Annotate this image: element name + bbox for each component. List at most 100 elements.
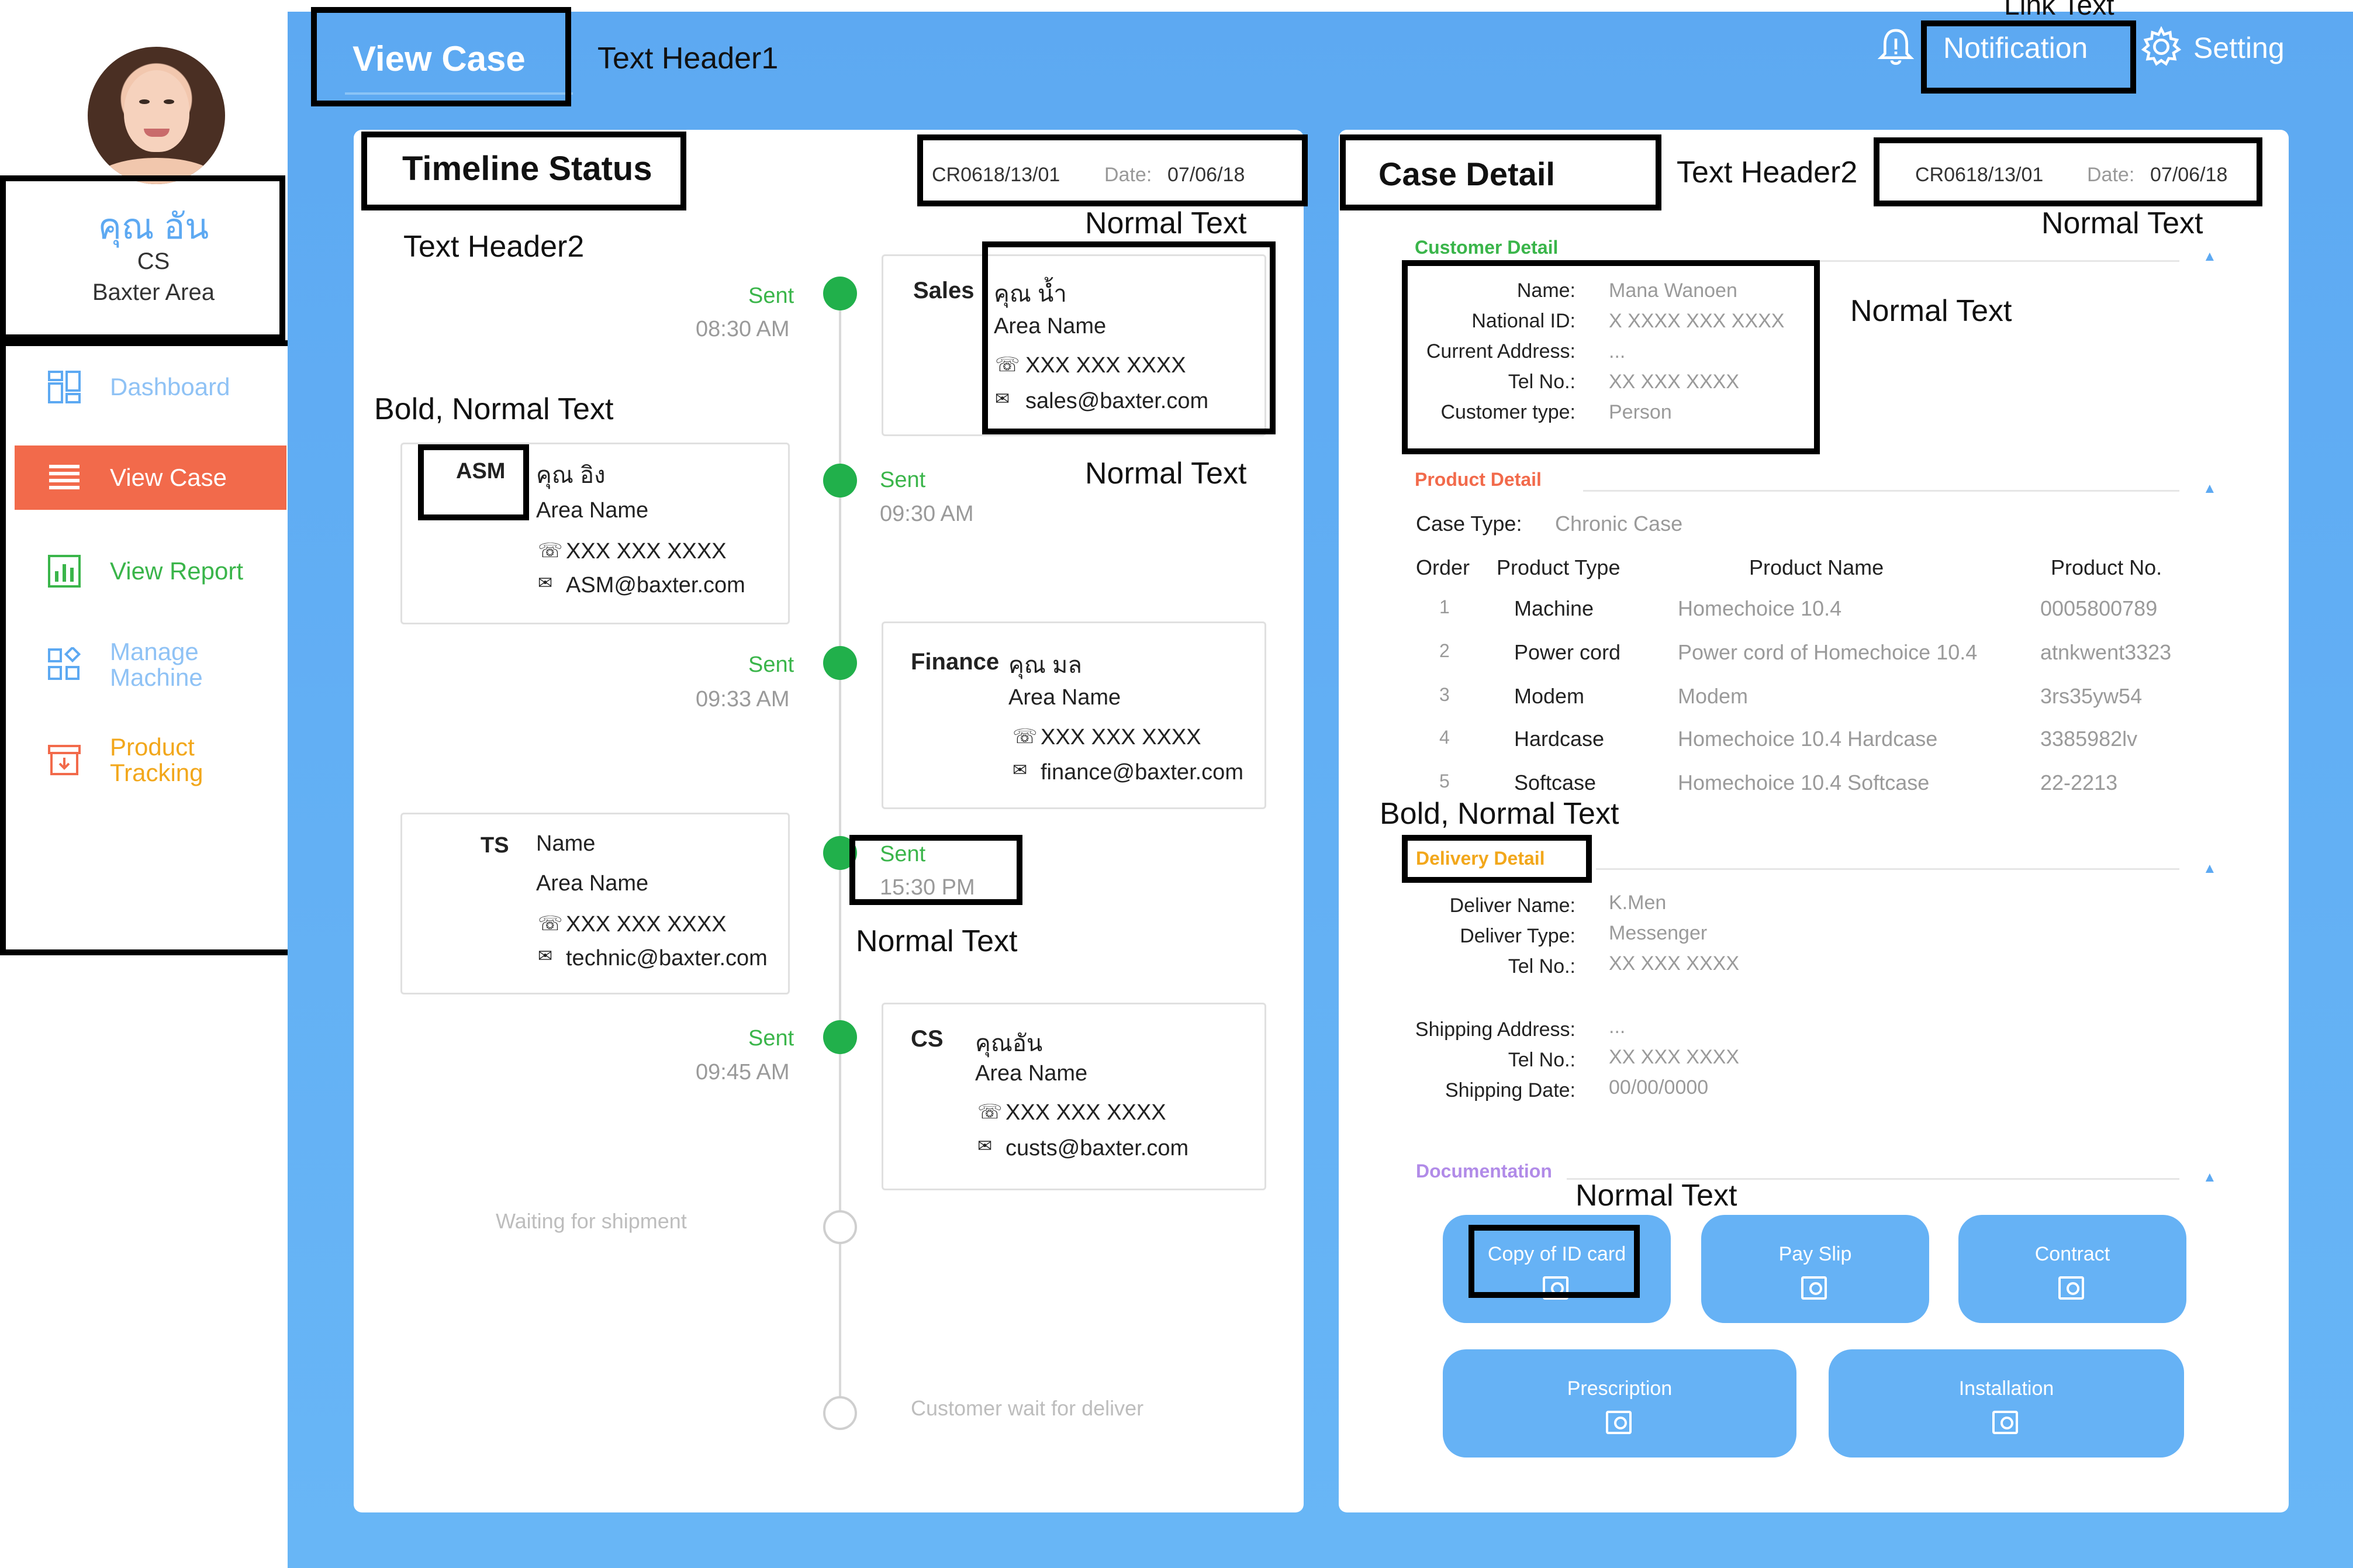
field-value: ...: [1609, 340, 1626, 362]
phone-icon: ☏: [977, 1101, 1003, 1123]
card-area: Area Name: [536, 871, 649, 896]
sidebar-item-label: Product Tracking: [110, 733, 203, 786]
row-no: 3385982lv: [2040, 727, 2138, 751]
doc-button-installation[interactable]: Installation: [1829, 1349, 2184, 1458]
collapse-icon[interactable]: ▲: [2203, 248, 2217, 265]
case-type-value: Chronic Case: [1555, 512, 1683, 536]
field-label: Deliver Name:: [1449, 894, 1575, 917]
row-no: 0005800789: [2040, 596, 2158, 620]
document-search-icon: [1801, 1276, 1827, 1300]
product-col-header: Product No.: [2051, 555, 2162, 579]
card-email: finance@baxter.com: [1041, 760, 1243, 785]
doc-button-label: Prescription: [1567, 1377, 1673, 1400]
field-value: 00/00/0000: [1609, 1076, 1709, 1099]
sidebar-item-dashboard[interactable]: Dashboard: [15, 355, 286, 419]
case-detail-title-annotation-box: [1340, 134, 1661, 210]
card-phone: XXX XXX XXXX: [1041, 725, 1201, 750]
case-detail-case-annotation-box: [1874, 137, 2262, 206]
field-label: Shipping Address:: [1415, 1018, 1575, 1041]
field-value: ...: [1609, 1016, 1626, 1038]
customer-section-title[interactable]: Customer Detail: [1415, 237, 1558, 258]
sidebar-item-view-case[interactable]: View Case: [15, 445, 286, 510]
documentation-section-title[interactable]: Documentation: [1416, 1161, 1552, 1182]
mail-icon: ✉: [538, 574, 553, 593]
doc-button-label: Pay Slip: [1778, 1243, 1852, 1265]
step-time: 09:30 AM: [880, 502, 974, 526]
section-divider: [1583, 490, 2179, 492]
field-value: XX XXX XXXX: [1609, 1046, 1739, 1068]
step-dot: [823, 464, 857, 498]
header-subtitle: Text Header1: [597, 42, 779, 75]
product-col-header: Product Name: [1749, 555, 1884, 579]
list-icon: [49, 465, 80, 489]
field-label: Deliver Type:: [1460, 925, 1575, 947]
step-dot: [823, 1020, 857, 1054]
document-search-icon: [1605, 1411, 1632, 1434]
document-search-icon: [1992, 1411, 2018, 1434]
card-role: CS: [911, 1026, 944, 1052]
row-name: Modem: [1678, 684, 1749, 708]
user-role: CS: [137, 248, 170, 274]
annotation-bold-normal-text: Bold, Normal Text: [1380, 797, 1619, 831]
notification-annotation-box: [1921, 20, 2136, 94]
annotation-normal-text: Normal Text: [1085, 206, 1247, 240]
timeline-case-annotation-box: [917, 134, 1308, 206]
product-section-title[interactable]: Product Detail: [1415, 469, 1542, 491]
product-col-header: Order: [1416, 555, 1470, 579]
bell-icon[interactable]: [1875, 26, 1916, 67]
row-no: atnkwent3323: [2040, 640, 2172, 664]
annotation-normal-text: Normal Text: [2041, 206, 2203, 240]
row-order: 3: [1439, 684, 1450, 705]
card-name: คุณ มล: [1008, 652, 1082, 678]
pending-step-dot: [823, 1210, 857, 1244]
step-time: 08:30 AM: [696, 317, 790, 341]
collapse-icon[interactable]: ▲: [2203, 481, 2217, 497]
row-type: Modem: [1514, 684, 1585, 708]
row-order: 5: [1439, 771, 1450, 792]
row-order: 4: [1439, 727, 1450, 748]
row-name: Power cord of Homechoice 10.4: [1678, 640, 1978, 664]
timeline-title-annotation-box: [361, 132, 686, 210]
annotation-normal-text: Normal Text: [856, 924, 1018, 958]
field-value: K.Men: [1609, 892, 1667, 914]
sidebar-item-view-report[interactable]: View Report: [15, 539, 286, 603]
sidebar-item-product-tracking[interactable]: Product Tracking: [15, 728, 286, 792]
row-type: Hardcase: [1514, 727, 1605, 751]
sidebar-item-manage-machine[interactable]: Manage Machine: [15, 633, 286, 697]
card-name: Name: [536, 831, 596, 856]
field-label: Tel No.:: [1508, 955, 1575, 978]
mail-icon: ✉: [977, 1137, 993, 1156]
doc-button-pay-slip[interactable]: Pay Slip: [1701, 1215, 1929, 1323]
document-search-icon: [2058, 1276, 2084, 1300]
step-time: 09:33 AM: [696, 687, 790, 712]
mail-icon: ✉: [538, 947, 553, 966]
field-value: Messenger: [1609, 922, 1708, 944]
step-time: 09:45 AM: [696, 1060, 790, 1085]
row-order: 2: [1439, 640, 1450, 661]
card-area: Area Name: [536, 498, 649, 523]
annotation-normal-text: Normal Text: [1850, 294, 2012, 328]
annotation-normal-text: Normal Text: [1575, 1179, 1737, 1213]
user-name: คุณ อัน: [98, 207, 209, 246]
card-email: technic@baxter.com: [566, 946, 768, 970]
avatar[interactable]: [88, 47, 225, 184]
annotation-text-header2: Text Header2: [403, 230, 585, 264]
collapse-icon[interactable]: ▲: [2203, 1169, 2217, 1186]
gear-icon[interactable]: [2141, 26, 2182, 67]
case-detail-header2: Text Header2: [1677, 156, 1858, 189]
sidebar-item-label: Manage Machine: [110, 638, 203, 691]
setting-link[interactable]: Setting: [2193, 31, 2285, 65]
phone-icon: ☏: [538, 540, 563, 562]
step-status: Sent: [748, 1026, 794, 1051]
field-label: National ID:: [1471, 310, 1575, 332]
row-name: Homechoice 10.4 Softcase: [1678, 771, 1930, 795]
doc-button-prescription[interactable]: Prescription: [1443, 1349, 1796, 1458]
dashboard-icon: [48, 371, 81, 403]
step-status: Sent: [880, 468, 926, 492]
field-value: Mana Wanoen: [1609, 279, 1737, 302]
card-phone: XXX XXX XXXX: [566, 539, 727, 564]
user-area: Baxter Area: [92, 279, 215, 305]
collapse-icon[interactable]: ▲: [2203, 861, 2217, 877]
doc-button-contract[interactable]: Contract: [1958, 1215, 2186, 1323]
case-type-label: Case Type:: [1416, 512, 1522, 536]
